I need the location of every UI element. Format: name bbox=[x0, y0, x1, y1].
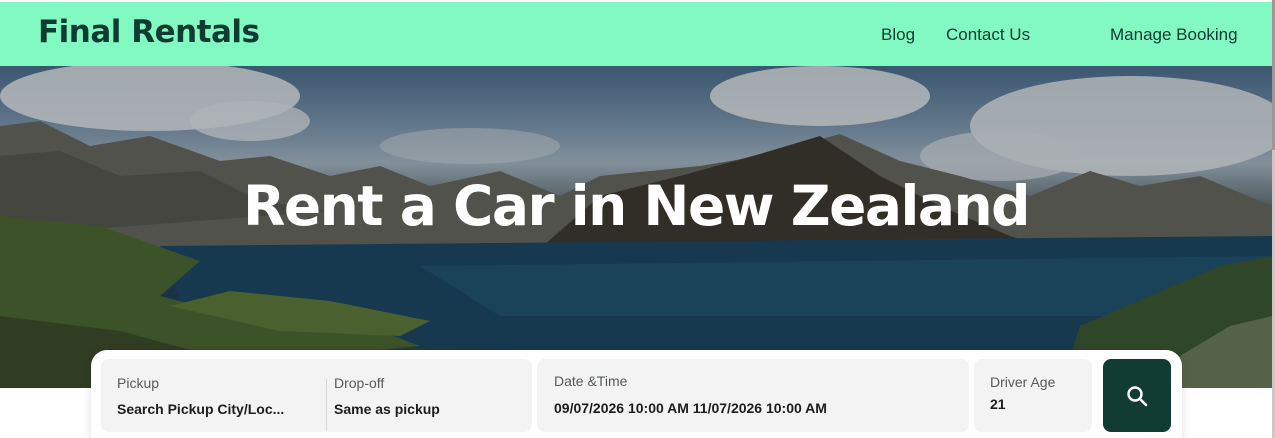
search-icon bbox=[1127, 385, 1148, 406]
dropoff-label: Drop-off bbox=[334, 375, 385, 391]
nav-link-contact-us[interactable]: Contact Us bbox=[946, 25, 1030, 45]
date-time-label: Date &Time bbox=[554, 373, 628, 389]
site-header: Final Rentals Blog Contact Us Manage Boo… bbox=[0, 0, 1275, 66]
location-fields: Pickup Search Pickup City/Loc... Drop-of… bbox=[101, 359, 532, 432]
field-divider bbox=[326, 379, 327, 431]
date-time-field[interactable]: Date &Time 09/07/2026 10:00 AM 11/07/202… bbox=[537, 359, 969, 432]
nav-link-manage-booking[interactable]: Manage Booking bbox=[1110, 25, 1238, 45]
driver-age-label: Driver Age bbox=[990, 374, 1056, 390]
site-logo[interactable]: Final Rentals bbox=[38, 14, 260, 50]
driver-age-field[interactable]: Driver Age 21 bbox=[974, 359, 1092, 432]
driver-age-value[interactable]: 21 bbox=[990, 396, 1006, 412]
hero-title: Rent a Car in New Zealand bbox=[243, 174, 1031, 238]
nav-link-blog[interactable]: Blog bbox=[881, 25, 915, 45]
search-form: Pickup Search Pickup City/Loc... Drop-of… bbox=[91, 350, 1182, 438]
search-button[interactable] bbox=[1103, 359, 1171, 432]
dropoff-input[interactable]: Same as pickup bbox=[334, 401, 440, 417]
hero-banner: Rent a Car in New Zealand bbox=[0, 66, 1272, 388]
date-time-value[interactable]: 09/07/2026 10:00 AM 11/07/2026 10:00 AM bbox=[554, 400, 827, 416]
pickup-input[interactable]: Search Pickup City/Loc... bbox=[117, 401, 284, 417]
pickup-label: Pickup bbox=[117, 375, 160, 391]
